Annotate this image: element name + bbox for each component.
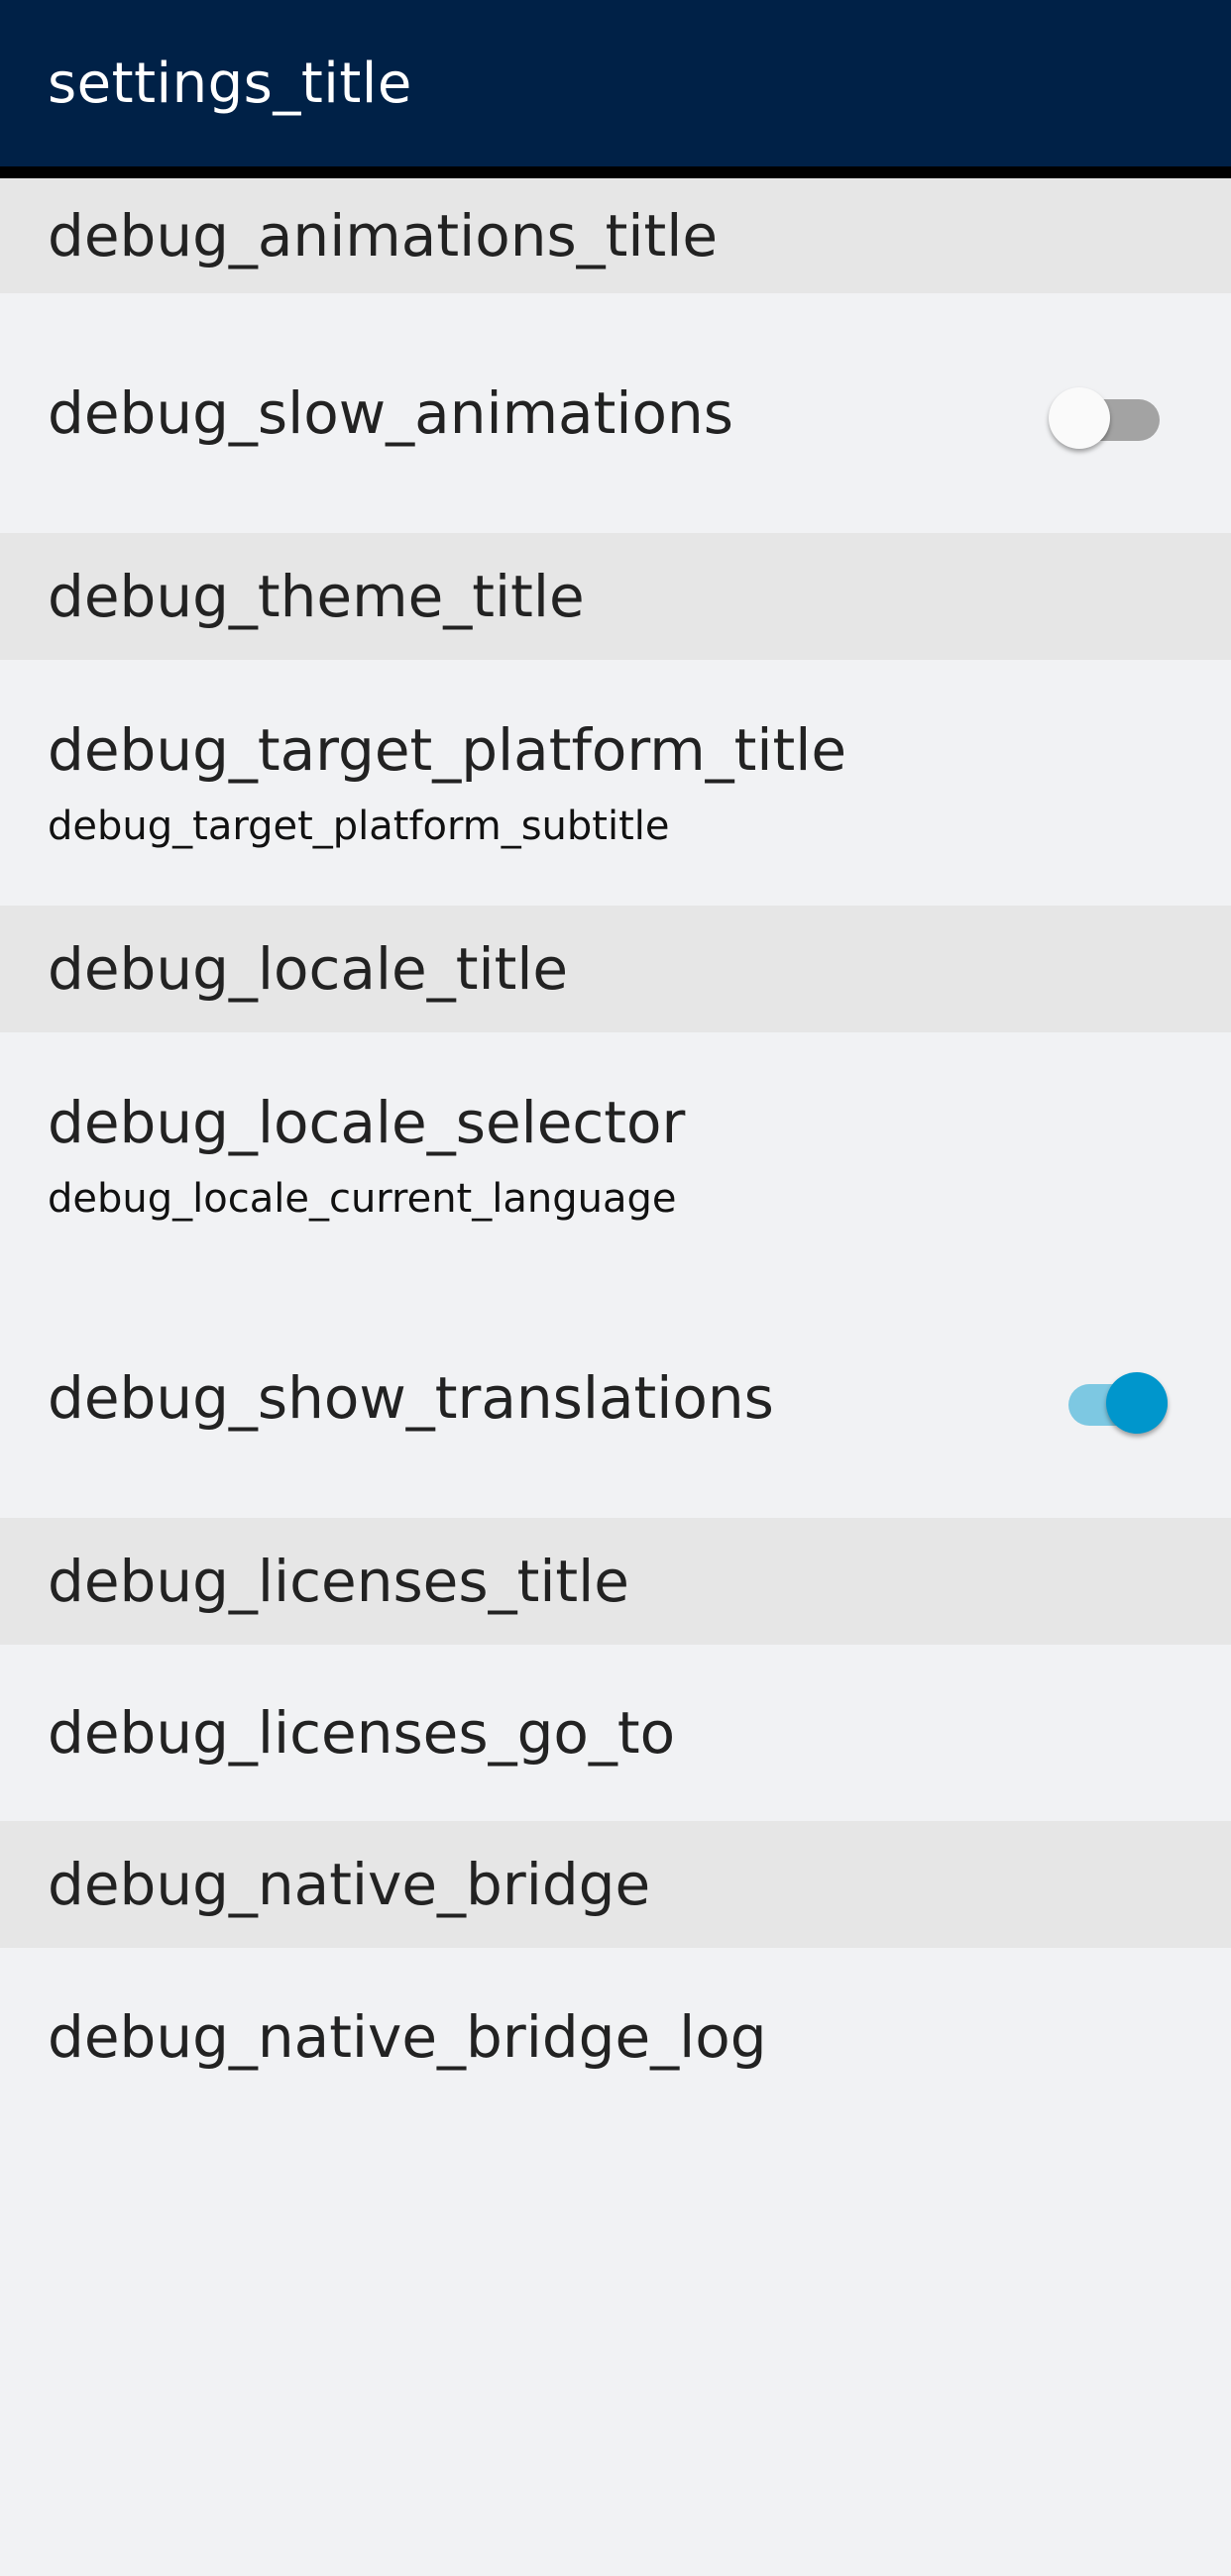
- setting-show-translations[interactable]: debug_show_translations: [0, 1278, 1231, 1518]
- section-header-theme: debug_theme_title: [0, 533, 1231, 660]
- setting-slow-animations[interactable]: debug_slow_animations: [0, 293, 1231, 533]
- section-header-native-bridge: debug_native_bridge: [0, 1821, 1231, 1948]
- switch-thumb: [1106, 1372, 1168, 1434]
- target-platform-subtitle: debug_target_platform_subtitle: [48, 804, 670, 849]
- settings-list: debug_animations_title debug_slow_animat…: [0, 178, 1231, 2126]
- section-title-theme: debug_theme_title: [48, 563, 585, 630]
- target-platform-title: debug_target_platform_title: [48, 716, 847, 784]
- slow-animations-label: debug_slow_animations: [48, 379, 733, 447]
- locale-selector-title: debug_locale_selector: [48, 1089, 686, 1156]
- slow-animations-switch[interactable]: [1049, 377, 1168, 449]
- app-bar-shadow: [0, 166, 1231, 178]
- show-translations-label: debug_show_translations: [48, 1364, 774, 1432]
- setting-licenses-go-to[interactable]: debug_licenses_go_to: [0, 1645, 1231, 1821]
- switch-thumb: [1049, 387, 1110, 449]
- setting-locale-selector[interactable]: debug_locale_selector debug_locale_curre…: [0, 1032, 1231, 1278]
- section-header-locale: debug_locale_title: [0, 906, 1231, 1032]
- section-title-animations: debug_animations_title: [48, 202, 719, 269]
- section-header-animations: debug_animations_title: [0, 178, 1231, 293]
- section-title-licenses: debug_licenses_title: [48, 1548, 629, 1615]
- section-title-locale: debug_locale_title: [48, 935, 569, 1003]
- show-translations-switch[interactable]: [1049, 1362, 1168, 1434]
- page-title: settings_title: [48, 51, 412, 116]
- section-header-licenses: debug_licenses_title: [0, 1518, 1231, 1645]
- app-bar: settings_title: [0, 0, 1231, 166]
- locale-current-language: debug_locale_current_language: [48, 1176, 677, 1222]
- setting-target-platform[interactable]: debug_target_platform_title debug_target…: [0, 660, 1231, 906]
- section-title-native-bridge: debug_native_bridge: [48, 1851, 651, 1918]
- licenses-go-to-label: debug_licenses_go_to: [48, 1699, 676, 1767]
- setting-native-bridge-log[interactable]: debug_native_bridge_log: [0, 1948, 1231, 2126]
- native-bridge-log-label: debug_native_bridge_log: [48, 2003, 767, 2071]
